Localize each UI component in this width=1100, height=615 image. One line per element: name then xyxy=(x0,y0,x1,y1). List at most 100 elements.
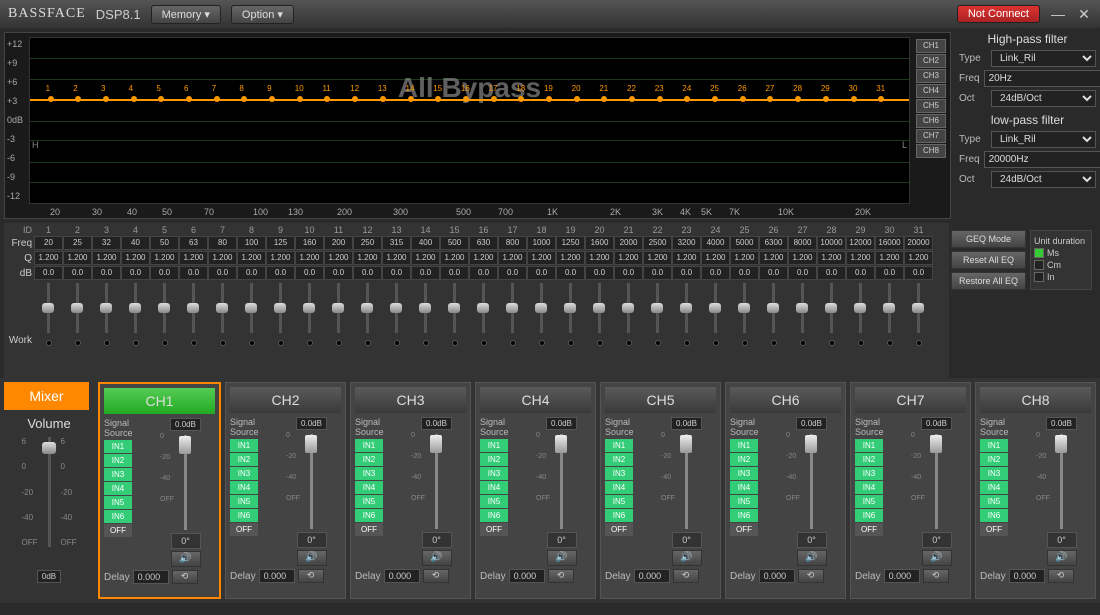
eq-band-enable[interactable] xyxy=(423,340,429,346)
eq-q-input[interactable]: 1.200 xyxy=(875,251,904,265)
mute-button[interactable]: 🔊 xyxy=(422,550,452,566)
eq-freq-input[interactable]: 10000 xyxy=(817,236,846,250)
eq-band-slider[interactable] xyxy=(917,283,920,333)
link-button[interactable]: ⟲ xyxy=(923,569,949,583)
mute-button[interactable]: 🔊 xyxy=(1047,550,1077,566)
input-select-IN2[interactable]: IN2 xyxy=(480,453,508,466)
eq-freq-input[interactable]: 3200 xyxy=(672,236,701,250)
mute-button[interactable]: 🔊 xyxy=(547,550,577,566)
hp-type-select[interactable]: Link_Ril xyxy=(991,50,1096,67)
channel-select-button[interactable]: CH6 xyxy=(730,387,841,413)
eq-freq-input[interactable]: 5000 xyxy=(730,236,759,250)
eq-q-input[interactable]: 1.200 xyxy=(179,251,208,265)
channel-select-button[interactable]: CH5 xyxy=(605,387,716,413)
input-select-IN2[interactable]: IN2 xyxy=(104,454,132,467)
eq-band-slider[interactable] xyxy=(627,283,630,333)
unit-cm-checkbox[interactable] xyxy=(1034,260,1044,270)
eq-q-input[interactable]: 1.200 xyxy=(208,251,237,265)
eq-point[interactable]: 26 xyxy=(740,96,746,102)
eq-q-input[interactable]: 1.200 xyxy=(527,251,556,265)
eq-db-input[interactable]: 0.0 xyxy=(440,266,469,280)
eq-band-enable[interactable] xyxy=(800,340,806,346)
input-select-IN6[interactable]: IN6 xyxy=(230,509,258,522)
eq-freq-input[interactable]: 1600 xyxy=(585,236,614,250)
eq-band-slider[interactable] xyxy=(830,283,833,333)
eq-point[interactable]: 31 xyxy=(878,96,884,102)
graph-canvas[interactable]: All Bypass H L 1234567891011121314151617… xyxy=(29,37,910,204)
delay-value[interactable]: 0.000 xyxy=(759,569,795,583)
channel-fader[interactable] xyxy=(685,434,688,529)
eq-db-input[interactable]: 0.0 xyxy=(875,266,904,280)
input-select-IN5[interactable]: IN5 xyxy=(480,495,508,508)
input-select-IN3[interactable]: IN3 xyxy=(605,467,633,480)
mute-button[interactable]: 🔊 xyxy=(922,550,952,566)
eq-db-input[interactable]: 0.0 xyxy=(150,266,179,280)
eq-band-enable[interactable] xyxy=(278,340,284,346)
eq-band-slider[interactable] xyxy=(801,283,804,333)
graph-channel-toggle[interactable]: CH7 xyxy=(916,129,946,143)
eq-db-input[interactable]: 0.0 xyxy=(643,266,672,280)
close-icon[interactable]: ✕ xyxy=(1076,6,1092,22)
master-volume-slider[interactable]: 60-20-40OFF 60-20-40OFF xyxy=(4,437,94,567)
input-off-button[interactable]: OFF xyxy=(855,523,883,536)
eq-q-input[interactable]: 1.200 xyxy=(324,251,353,265)
eq-q-input[interactable]: 1.200 xyxy=(295,251,324,265)
phase-button[interactable]: 0° xyxy=(672,532,702,548)
eq-db-input[interactable]: 0.0 xyxy=(498,266,527,280)
input-select-IN6[interactable]: IN6 xyxy=(980,509,1008,522)
input-select-IN6[interactable]: IN6 xyxy=(855,509,883,522)
input-select-IN5[interactable]: IN5 xyxy=(355,495,383,508)
eq-point[interactable]: 3 xyxy=(103,96,109,102)
phase-button[interactable]: 0° xyxy=(171,533,201,549)
input-off-button[interactable]: OFF xyxy=(355,523,383,536)
eq-q-input[interactable]: 1.200 xyxy=(63,251,92,265)
eq-band-enable[interactable] xyxy=(539,340,545,346)
eq-freq-input[interactable]: 250 xyxy=(353,236,382,250)
eq-q-input[interactable]: 1.200 xyxy=(817,251,846,265)
eq-q-input[interactable]: 1.200 xyxy=(34,251,63,265)
eq-q-input[interactable]: 1.200 xyxy=(498,251,527,265)
eq-band-enable[interactable] xyxy=(597,340,603,346)
input-select-IN2[interactable]: IN2 xyxy=(855,453,883,466)
phase-button[interactable]: 0° xyxy=(1047,532,1077,548)
phase-button[interactable]: 0° xyxy=(797,532,827,548)
eq-db-input[interactable]: 0.0 xyxy=(701,266,730,280)
eq-db-input[interactable]: 0.0 xyxy=(585,266,614,280)
eq-point[interactable]: 29 xyxy=(823,96,829,102)
eq-q-input[interactable]: 1.200 xyxy=(266,251,295,265)
eq-db-input[interactable]: 0.0 xyxy=(788,266,817,280)
eq-db-input[interactable]: 0.0 xyxy=(730,266,759,280)
eq-band-slider[interactable] xyxy=(221,283,224,333)
link-button[interactable]: ⟲ xyxy=(423,569,449,583)
eq-db-input[interactable]: 0.0 xyxy=(382,266,411,280)
eq-db-input[interactable]: 0.0 xyxy=(92,266,121,280)
input-select-IN3[interactable]: IN3 xyxy=(855,467,883,480)
eq-point[interactable]: 23 xyxy=(657,96,663,102)
input-select-IN5[interactable]: IN5 xyxy=(980,495,1008,508)
eq-q-input[interactable]: 1.200 xyxy=(788,251,817,265)
reset-eq-button[interactable]: Reset All EQ xyxy=(951,251,1026,269)
eq-point[interactable]: 7 xyxy=(214,96,220,102)
eq-q-input[interactable]: 1.200 xyxy=(237,251,266,265)
phase-button[interactable]: 0° xyxy=(547,532,577,548)
input-select-IN1[interactable]: IN1 xyxy=(980,439,1008,452)
eq-db-input[interactable]: 0.0 xyxy=(527,266,556,280)
eq-freq-input[interactable]: 500 xyxy=(440,236,469,250)
eq-q-input[interactable]: 1.200 xyxy=(150,251,179,265)
graph-channel-toggle[interactable]: CH1 xyxy=(916,39,946,53)
eq-db-input[interactable]: 0.0 xyxy=(759,266,788,280)
eq-freq-input[interactable]: 12000 xyxy=(846,236,875,250)
eq-band-enable[interactable] xyxy=(713,340,719,346)
input-select-IN1[interactable]: IN1 xyxy=(480,439,508,452)
graph-channel-toggle[interactable]: CH8 xyxy=(916,144,946,158)
eq-band-slider[interactable] xyxy=(366,283,369,333)
eq-band-slider[interactable] xyxy=(424,283,427,333)
option-menu[interactable]: Option ▾ xyxy=(231,5,294,24)
input-select-IN5[interactable]: IN5 xyxy=(104,496,132,509)
eq-band-slider[interactable] xyxy=(743,283,746,333)
graph-channel-toggle[interactable]: CH2 xyxy=(916,54,946,68)
eq-q-input[interactable]: 1.200 xyxy=(614,251,643,265)
channel-select-button[interactable]: CH4 xyxy=(480,387,591,413)
channel-select-button[interactable]: CH2 xyxy=(230,387,341,413)
minimize-icon[interactable]: — xyxy=(1050,6,1066,22)
